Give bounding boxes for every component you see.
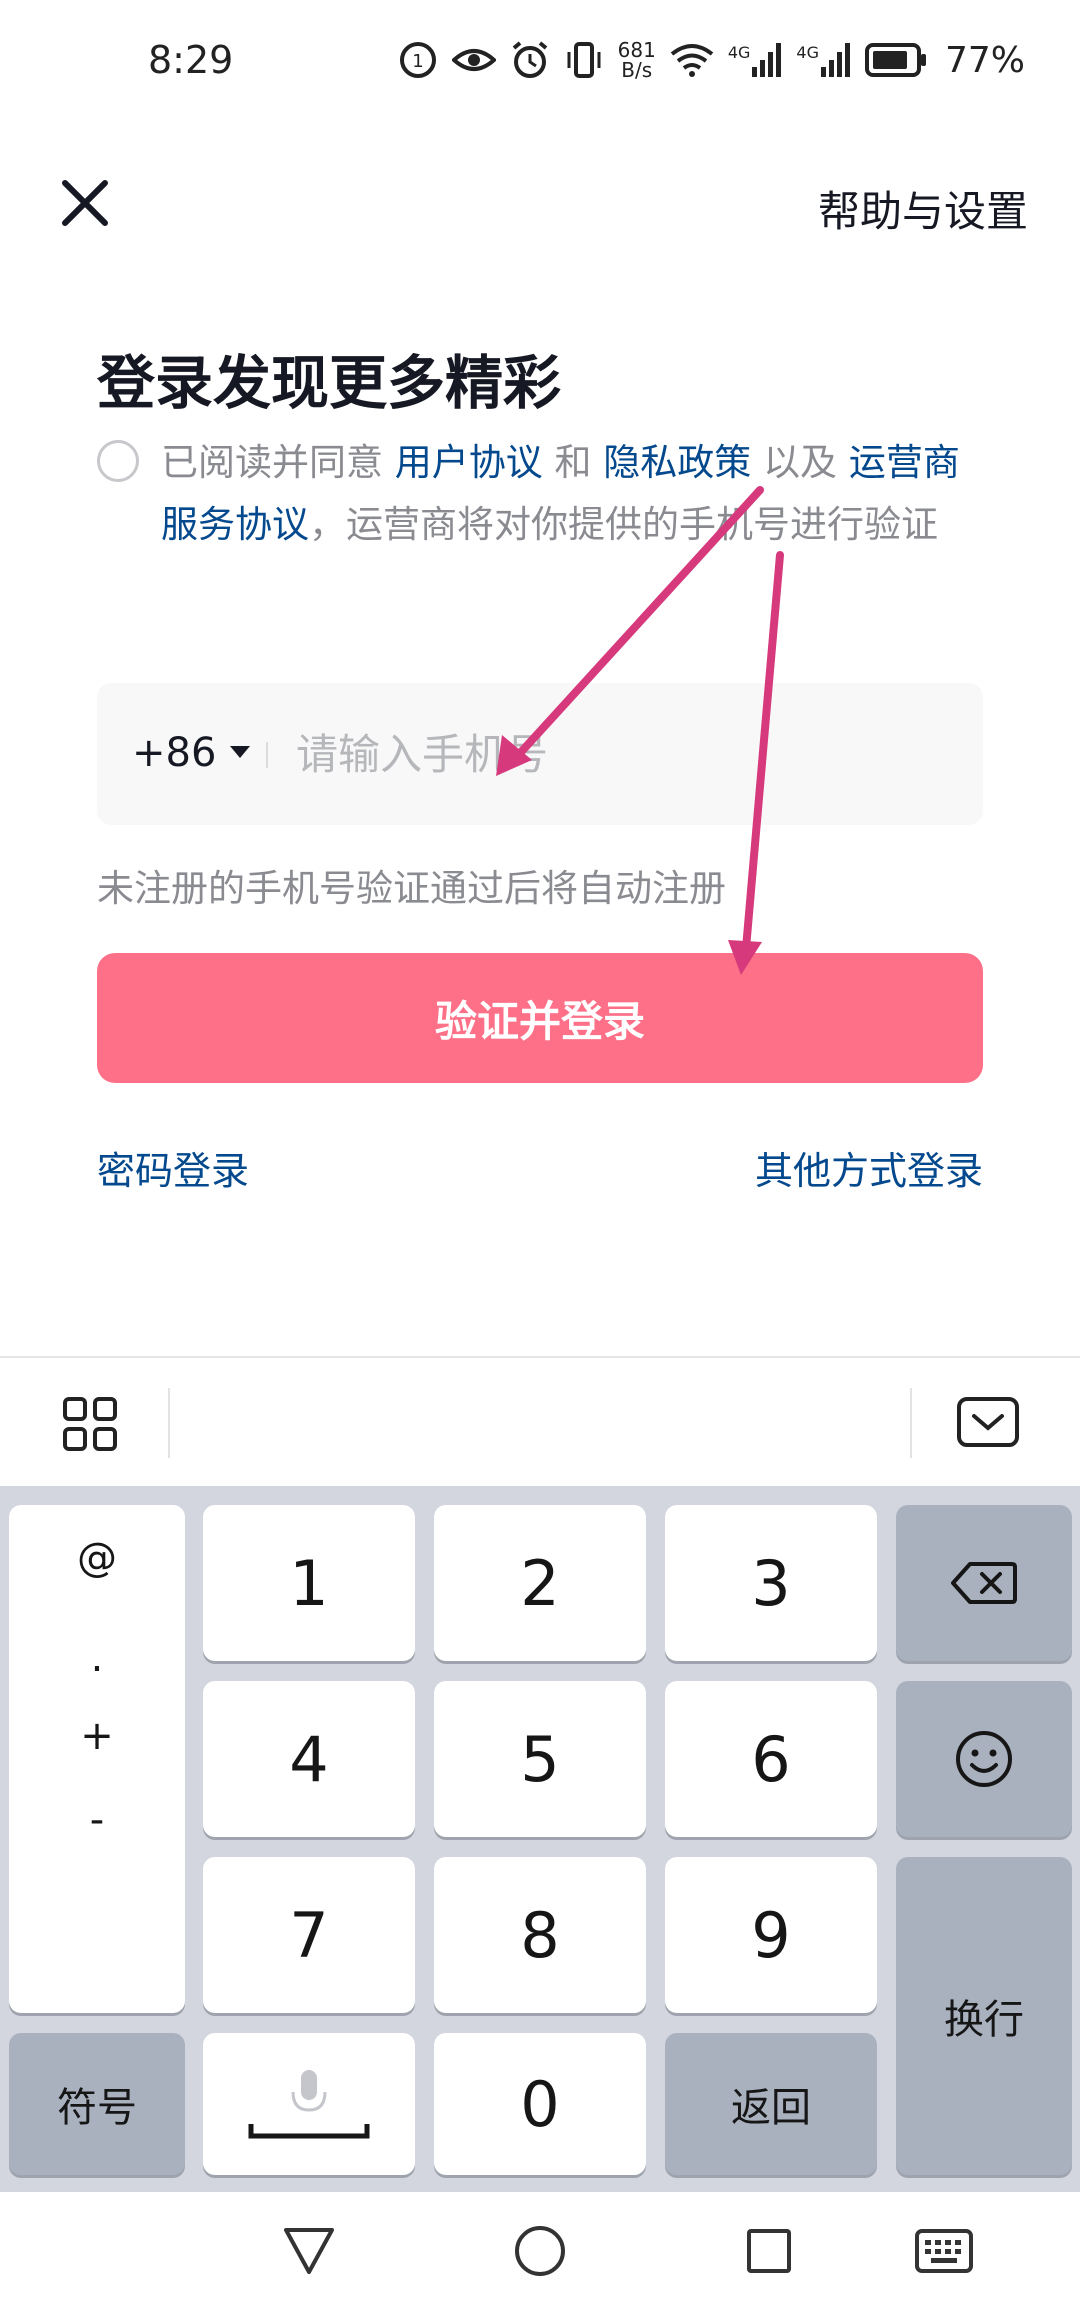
agreement-text: 已阅读并同意 用户协议 和 隐私政策 以及 运营商服务协议，运营商将对你提供的手… [161, 441, 960, 546]
status-icons: 1 681 B/s 4G 4G 77% [398, 30, 1025, 90]
alarm-icon [512, 41, 547, 78]
key-4[interactable]: 4 [203, 1681, 415, 1837]
symbols-key[interactable]: 符号 [9, 2033, 185, 2175]
backspace-key[interactable] [896, 1505, 1072, 1661]
key-3[interactable]: 3 [665, 1505, 877, 1661]
phone-input[interactable] [296, 724, 946, 784]
key-0[interactable]: 0 [434, 2033, 646, 2175]
signal-2: 4G [796, 43, 851, 77]
hide-keyboard-button[interactable] [956, 1396, 1020, 1452]
backspace-icon [951, 1562, 1017, 1604]
grid-icon [63, 1397, 117, 1451]
keyboard-menu-button[interactable] [62, 1396, 118, 1456]
battery-percent: 77% [944, 39, 1025, 81]
keyboard-toolbar [0, 1356, 1080, 1488]
home-nav-button[interactable] [513, 2224, 567, 2282]
enter-key[interactable]: 换行 [896, 1857, 1072, 2175]
emoji-key[interactable] [896, 1681, 1072, 1837]
auto-register-hint: 未注册的手机号验证通过后将自动注册 [97, 867, 726, 910]
key-minus[interactable]: - [9, 1797, 185, 1843]
vibrate-icon [567, 42, 601, 78]
key-7[interactable]: 7 [203, 1857, 415, 2013]
key-plus[interactable]: + [9, 1713, 185, 1759]
hd-call-icon: 1 [399, 42, 436, 78]
keyboard-hide-icon [957, 1397, 1019, 1447]
space-mic-key[interactable] [203, 2033, 415, 2175]
other-login-link[interactable]: 其他方式登录 [755, 1140, 983, 1195]
agreement-checkbox[interactable] [97, 440, 139, 482]
key-9[interactable]: 9 [665, 1857, 877, 2013]
wifi-icon [670, 44, 714, 77]
divider [266, 742, 268, 768]
close-button[interactable] [50, 168, 120, 238]
microphone-icon [248, 2070, 370, 2139]
password-login-link[interactable]: 密码登录 [97, 1140, 249, 1195]
return-key[interactable]: 返回 [665, 2033, 877, 2175]
user-agreement-link[interactable]: 用户协议 [395, 441, 543, 484]
eye-icon [451, 49, 496, 71]
back-triangle-icon [284, 2228, 334, 2274]
caret-down-icon [230, 746, 251, 758]
recents-nav-button[interactable] [746, 2228, 792, 2278]
back-nav-button[interactable] [282, 2226, 336, 2280]
key-6[interactable]: 6 [665, 1681, 877, 1837]
key-2[interactable]: 2 [434, 1505, 646, 1661]
help-settings-link[interactable]: 帮助与设置 [818, 178, 1028, 239]
keyboard-switch-button[interactable] [914, 2228, 974, 2278]
verify-login-button[interactable]: 验证并登录 [97, 953, 983, 1083]
status-time: 8:29 [148, 38, 234, 82]
keyboard-icon [915, 2229, 973, 2273]
divider [168, 1388, 170, 1458]
divider [910, 1388, 912, 1458]
symbol-column[interactable]: @ . + - [9, 1505, 185, 2013]
net-speed: 681 B/s [617, 38, 656, 82]
key-at[interactable]: @ [9, 1535, 185, 1581]
recents-square-icon [747, 2229, 791, 2273]
page-title: 登录发现更多精彩 [97, 349, 562, 417]
signal-1: 4G [728, 43, 783, 77]
key-5[interactable]: 5 [434, 1681, 646, 1837]
svg-text:1: 1 [412, 51, 423, 72]
privacy-policy-link[interactable]: 隐私政策 [603, 441, 751, 484]
home-circle-icon [515, 2226, 565, 2276]
emoji-icon [956, 1731, 1012, 1787]
country-code-selector[interactable]: +86 [132, 730, 251, 776]
key-8[interactable]: 8 [434, 1857, 646, 2013]
key-dot[interactable]: . [9, 1635, 185, 1681]
signal-icon [752, 43, 782, 77]
key-1[interactable]: 1 [203, 1505, 415, 1661]
battery-icon [864, 43, 926, 77]
signal-icon [820, 43, 850, 77]
close-icon [62, 180, 108, 226]
